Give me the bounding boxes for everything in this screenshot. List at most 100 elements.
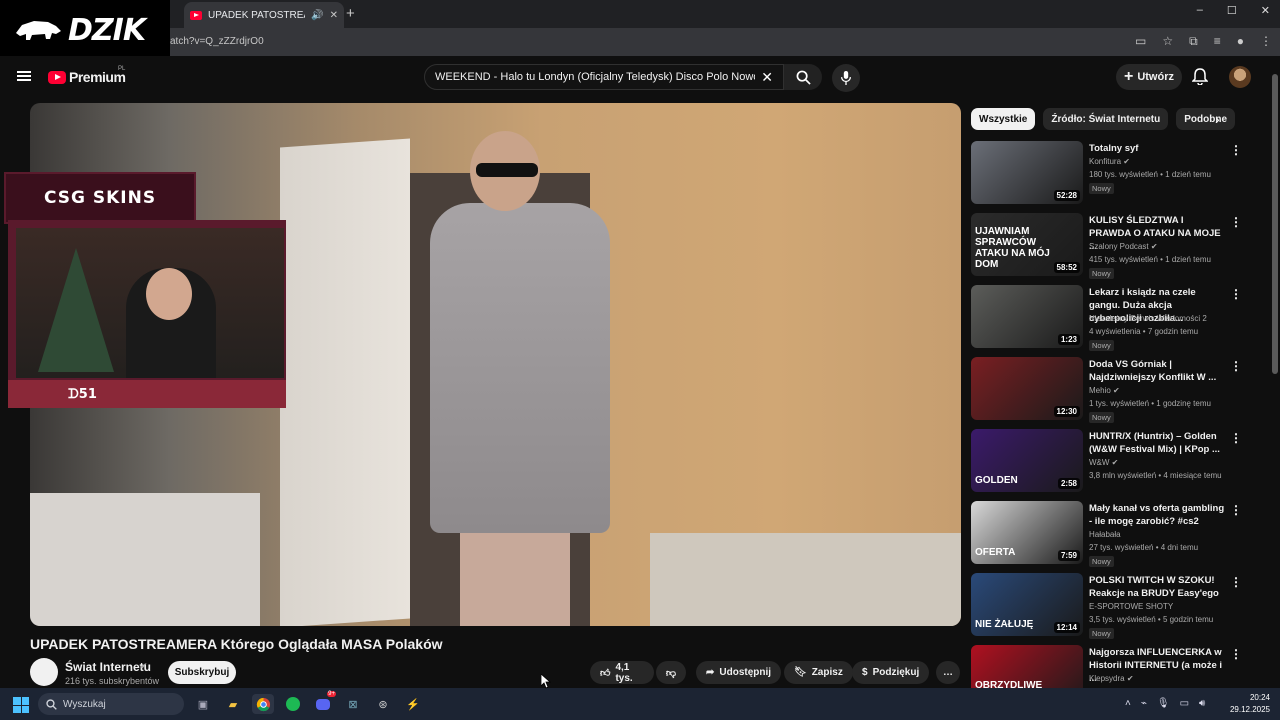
recommendation-channel[interactable]: Niezależny Serwis Wiadomości 2 <box>1089 314 1207 323</box>
maximize-button[interactable]: ☐ <box>1227 4 1237 17</box>
more-vert-icon[interactable]: ⋮ <box>1230 287 1242 301</box>
new-badge: Nowy <box>1089 268 1114 279</box>
new-tab-button[interactable]: + <box>346 5 355 22</box>
chip-1[interactable]: Źródło: Świat Internetu <box>1043 108 1169 130</box>
recommendation-item[interactable]: 1:23 Lekarz i ksiądz na czele gangu. Duża… <box>971 285 1251 351</box>
file-explorer-icon[interactable]: ▰ <box>222 694 244 714</box>
game-app-icon[interactable]: ⊛ <box>372 694 394 714</box>
display-icon[interactable]: ▭ <box>1180 698 1189 709</box>
new-badge: Nowy <box>1089 183 1114 194</box>
chevron-right-icon[interactable]: › <box>1215 111 1220 127</box>
thumbs-down-icon: 👎︎ <box>665 667 677 679</box>
start-button[interactable] <box>13 697 29 713</box>
verified-icon: ✔ <box>140 661 148 671</box>
more-actions-button[interactable]: … <box>936 661 960 684</box>
thumbs-up-icon: 👍︎ <box>600 667 611 679</box>
recommendation-channel[interactable]: W&W ✔ <box>1089 458 1118 467</box>
channel-name[interactable]: Świat Internetu <box>65 660 151 674</box>
more-vert-icon[interactable]: ⋮ <box>1230 215 1242 229</box>
recommendation-channel[interactable]: Mehio ✔ <box>1089 386 1120 395</box>
browser-tab[interactable]: UPADEK PATOSTREAMERA 🔊 ✕ <box>184 2 344 28</box>
search-value: WEEKEND - Halo tu Londyn (Oficjalny Tele… <box>435 71 756 83</box>
recommendation-meta: 4 wyświetlenia • 7 godzin temu <box>1089 327 1199 336</box>
share-button[interactable]: ➦ Udostępnij <box>696 661 782 684</box>
voice-search-button[interactable] <box>832 64 860 92</box>
more-vert-icon[interactable]: ⋮ <box>1230 143 1242 157</box>
task-view-icon[interactable]: ▣ <box>192 694 214 714</box>
close-window-button[interactable]: ✕ <box>1261 4 1270 17</box>
video-thumbnail[interactable]: 52:28 <box>971 141 1083 204</box>
more-vert-icon[interactable]: ⋮ <box>1230 359 1242 373</box>
video-thumbnail[interactable]: UJAWNIAM SPRAWCÓW ATAKU NA MÓJ DOM 58:52 <box>971 213 1083 276</box>
audio-playing-icon[interactable]: 🔊 <box>311 10 323 21</box>
clear-search-icon[interactable]: ✕ <box>761 69 773 86</box>
channel-avatar[interactable] <box>30 658 58 686</box>
like-button[interactable]: 👍︎ 4,1 tys. <box>590 661 654 684</box>
recommendation-channel[interactable]: Szalony Podcast ✔ <box>1089 242 1158 251</box>
subscribe-button[interactable]: Subskrybuj <box>168 661 236 684</box>
recommendation-item[interactable]: GOLDEN 2:58 HUNTR/X (Huntrix) – Golden (W&… <box>971 429 1251 495</box>
taskbar-search[interactable]: Wyszukaj <box>38 693 184 715</box>
chrome-icon[interactable] <box>252 694 274 714</box>
search-button[interactable] <box>784 64 822 90</box>
browser-menu-icon[interactable]: ⋮ <box>1260 34 1272 49</box>
video-thumbnail[interactable]: 12:30 <box>971 357 1083 420</box>
reading-list-icon[interactable]: ≡ <box>1214 34 1221 49</box>
recommendation-item[interactable]: 12:30 Doda VS Górniak | Najdziwniejszy Ko… <box>971 357 1251 423</box>
notifications-bell-icon[interactable] <box>1192 68 1208 85</box>
chip-2[interactable]: Podobne <box>1176 108 1236 130</box>
chip-0[interactable]: Wszystkie <box>971 108 1036 130</box>
scrollbar-thumb[interactable] <box>1272 74 1278 374</box>
recommendation-title[interactable]: Mały kanał vs oferta gambling - ile mogę… <box>1089 502 1227 528</box>
more-vert-icon[interactable]: ⋮ <box>1230 503 1242 517</box>
youtube-logo[interactable]: Premium <box>48 69 126 85</box>
minimize-button[interactable]: – <box>1197 4 1203 17</box>
recommendation-channel[interactable]: Hałabała <box>1089 530 1121 539</box>
notepad-icon[interactable]: ⚡ <box>402 694 424 714</box>
video-thumbnail[interactable]: GOLDEN 2:58 <box>971 429 1083 492</box>
network-icon[interactable]: ⌁ <box>1141 698 1147 709</box>
recommendation-channel[interactable]: E-SPORTOWE SHOTY <box>1089 602 1173 611</box>
terminal-icon[interactable]: ⊠ <box>342 694 364 714</box>
recommendation-title[interactable]: HUNTR/X (Huntrix) – Golden (W&W Festival… <box>1089 430 1227 456</box>
more-vert-icon[interactable]: ⋮ <box>1230 647 1242 661</box>
save-button[interactable]: 🔖︎ Zapisz <box>784 661 853 684</box>
video-thumbnail[interactable]: NIE ŻAŁUJĘ 12:14 <box>971 573 1083 636</box>
recommendation-title[interactable]: Doda VS Górniak | Najdziwniejszy Konflik… <box>1089 358 1227 384</box>
account-avatar[interactable] <box>1229 66 1251 88</box>
volume-icon[interactable]: 🔊︎ <box>1199 698 1205 709</box>
tray-overflow-icon[interactable]: ˄ <box>1125 698 1131 709</box>
recommendation-channel[interactable]: Klepsydra ✔ <box>1089 674 1134 683</box>
video-thumbnail[interactable]: 1:23 <box>971 285 1083 348</box>
video-bed <box>650 533 961 626</box>
recommendation-title[interactable]: POLSKI TWITCH W SZOKU! Reakcje na BRUDY … <box>1089 574 1227 600</box>
discord-icon[interactable]: 9+ <box>312 691 336 714</box>
mic-tray-icon[interactable]: 🎙︎ <box>1157 698 1170 709</box>
extensions-icon[interactable]: ⧉ <box>1189 34 1198 49</box>
channel-label: Szalony Podcast <box>1089 242 1149 251</box>
bookmark-star-icon[interactable]: ☆ <box>1162 34 1173 49</box>
recommendation-item[interactable]: NIE ŻAŁUJĘ 12:14 POLSKI TWITCH W SZOKU! Re… <box>971 573 1251 639</box>
create-button[interactable]: + Utwórz <box>1116 64 1182 90</box>
recommendation-item[interactable]: UJAWNIAM SPRAWCÓW ATAKU NA MÓJ DOM 58:52 K… <box>971 213 1251 279</box>
search-input[interactable]: WEEKEND - Halo tu Londyn (Oficjalny Tele… <box>424 64 784 90</box>
thanks-button[interactable]: $ Podziękuj <box>852 661 930 684</box>
profile-icon[interactable]: ● <box>1237 34 1244 49</box>
menu-icon[interactable] <box>17 71 31 81</box>
subscriber-count: 216 tys. subskrybentów <box>65 676 160 686</box>
recommendation-item[interactable]: 52:28 Totalny syf Konfitura ✔ 180 tys. wyśw… <box>971 141 1251 207</box>
video-thumbnail[interactable]: OFERTA 7:59 <box>971 501 1083 564</box>
search-icon <box>796 70 811 85</box>
spotify-icon[interactable] <box>282 694 304 714</box>
url-field[interactable]: atch?v=Q_zZZrdjrO0 <box>170 36 264 47</box>
recommendation-title[interactable]: Totalny syf <box>1089 142 1227 155</box>
more-vert-icon[interactable]: ⋮ <box>1230 575 1242 589</box>
more-vert-icon[interactable]: ⋮ <box>1230 431 1242 445</box>
tab-close-icon[interactable]: ✕ <box>330 10 338 21</box>
recommendation-item[interactable]: OFERTA 7:59 Mały kanał vs oferta gambling … <box>971 501 1251 567</box>
page-scrollbar[interactable] <box>1270 60 1280 688</box>
recommendation-channel[interactable]: Konfitura ✔ <box>1089 157 1130 166</box>
taskbar-clock[interactable]: 20:24 29.12.2025 <box>1226 692 1270 716</box>
cast-icon[interactable]: ▭ <box>1135 34 1146 49</box>
dislike-button[interactable]: 👎︎ <box>656 661 686 684</box>
